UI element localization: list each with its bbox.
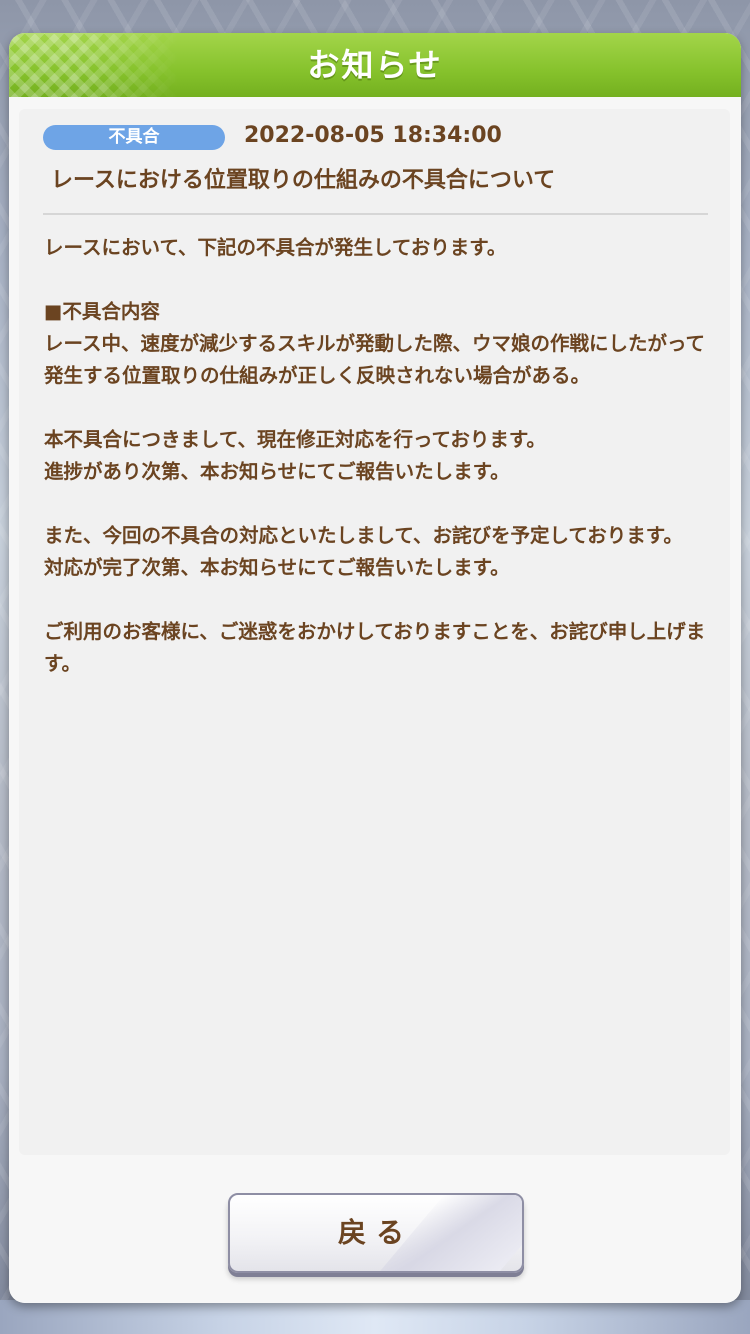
notice-content-panel[interactable]: 不具合 2022-08-05 18:34:00 レースにおける位置取りの仕組みの… (19, 109, 730, 1155)
dialog-title-bar: お知らせ (9, 33, 741, 97)
notice-title: レースにおける位置取りの仕組みの不具合について (51, 168, 556, 193)
back-button-label: 戻る (337, 1216, 414, 1249)
category-badge: 不具合 (43, 125, 225, 150)
dialog-title: お知らせ (307, 46, 443, 84)
notice-dialog: お知らせ 不具合 2022-08-05 18:34:00 レースにおける位置取り… (9, 33, 741, 1303)
back-button[interactable]: 戻る (228, 1193, 524, 1273)
background-bottom-strip (0, 1300, 750, 1334)
dialog-footer: 戻る (9, 1173, 741, 1303)
notice-date: 2022-08-05 18:34:00 (244, 123, 502, 148)
notice-body: レースにおいて、下記の不具合が発生しております。 ■不具合内容 レース中、速度が… (44, 236, 706, 675)
title-divider (43, 213, 708, 215)
